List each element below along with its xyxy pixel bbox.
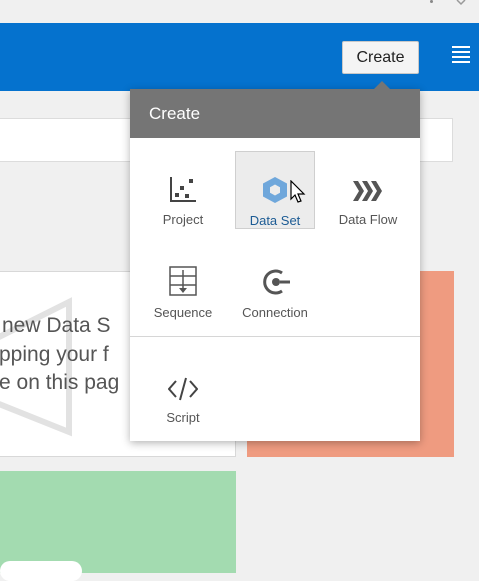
green-card[interactable] — [0, 471, 236, 573]
menu-item-label: Sequence — [153, 305, 213, 320]
scatter-plot-icon — [170, 177, 196, 202]
code-icon — [168, 377, 198, 401]
popup-caret — [374, 81, 390, 89]
white-shape — [0, 561, 82, 581]
card-text-line-2: pping your f — [0, 343, 109, 366]
menu-item-label: Script — [166, 410, 200, 425]
create-popup-menu: Create Project Data Set Data Flow Sequen… — [130, 81, 420, 441]
menu-divider — [130, 336, 420, 337]
menu-item-project[interactable]: Project — [143, 151, 223, 229]
menu-item-label: Project — [162, 212, 204, 227]
menu-item-label: Connection — [242, 305, 308, 320]
popup-title: Create — [130, 89, 420, 138]
card-text-line-1: new Data S — [2, 314, 111, 337]
menu-item-label: Data Flow — [338, 212, 398, 227]
top-strip — [0, 0, 479, 23]
create-button[interactable]: Create — [342, 41, 419, 74]
plug-icon — [263, 269, 290, 295]
menu-item-sequence[interactable]: Sequence — [143, 244, 223, 322]
hexagon-icon — [263, 177, 287, 203]
menu-item-data-flow[interactable]: Data Flow — [328, 151, 408, 229]
mouse-cursor-icon — [290, 180, 306, 203]
kebab-menu-icon[interactable] — [430, 0, 436, 6]
menu-item-script[interactable]: Script — [143, 349, 223, 427]
chevrons-right-icon — [353, 181, 382, 201]
chevron-icon[interactable] — [456, 0, 466, 6]
card-text-line-3: e on this pag — [0, 371, 120, 394]
sequence-icon — [169, 266, 197, 296]
menu-item-label: Data Set — [249, 213, 301, 228]
megaphone-watermark-icon — [0, 297, 72, 437]
menu-item-connection[interactable]: Connection — [235, 244, 315, 322]
hamburger-menu-icon[interactable] — [452, 46, 474, 68]
